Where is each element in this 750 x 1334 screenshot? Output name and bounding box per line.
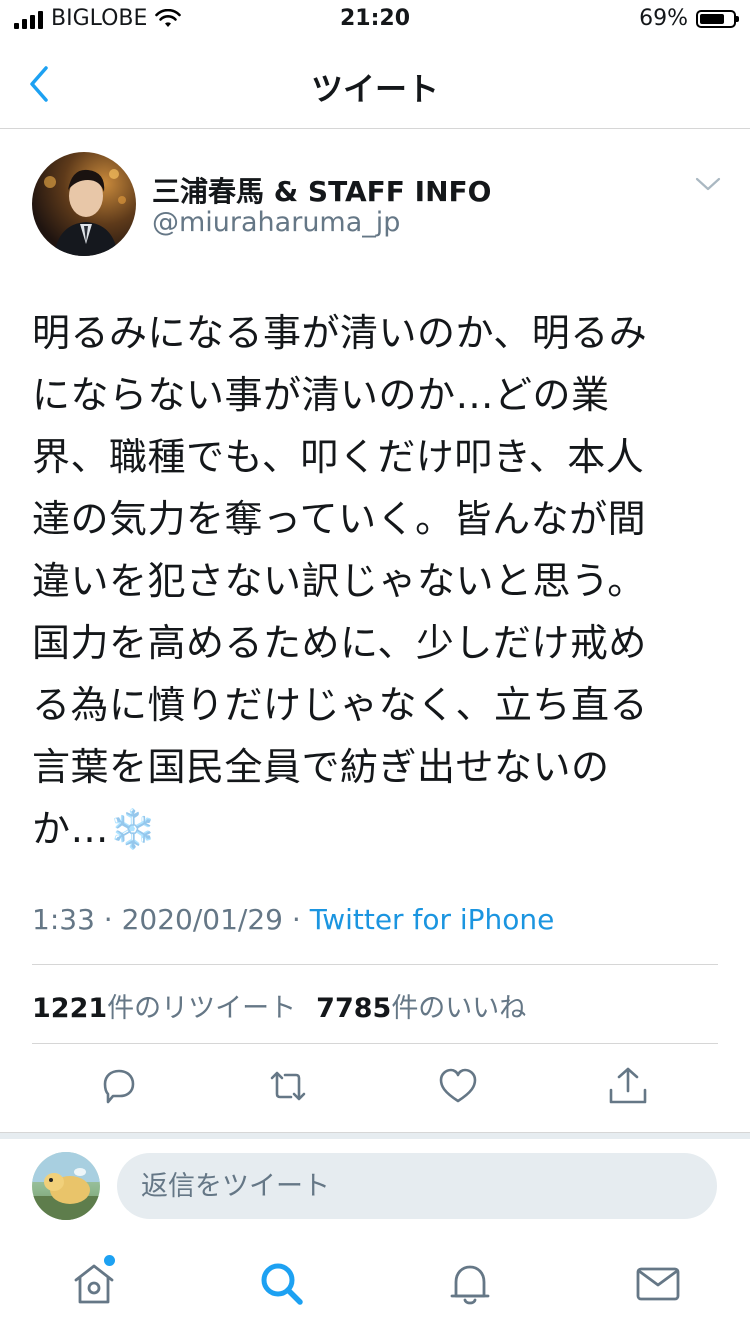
- tab-messages[interactable]: [632, 1258, 684, 1310]
- like-icon: [439, 1068, 477, 1103]
- author-avatar-image: [44, 169, 126, 256]
- tab-home[interactable]: [68, 1258, 120, 1310]
- tweet-line: 達の気力を奪っていく。皆んなが間: [32, 497, 647, 541]
- tweet-line: 国力を高めるために、少しだけ戒め: [32, 621, 647, 665]
- tab-bar: [0, 1240, 750, 1334]
- messages-icon: [636, 1267, 680, 1301]
- snowflake-emoji: ❄️: [109, 807, 157, 851]
- tweet-line: 言葉を国民全員で紡ぎ出せないの: [32, 745, 610, 789]
- battery-percent: 69%: [639, 6, 688, 31]
- clock: 21:20: [339, 6, 411, 31]
- meta-separator: ·: [103, 903, 113, 936]
- nav-header: ツイート: [0, 40, 750, 129]
- retweet-stat[interactable]: 1221件のリツイート: [32, 993, 296, 1024]
- tweet-line: 違いを犯さない訳じゃないと思う。: [32, 559, 646, 603]
- like-stat[interactable]: 7785件のいいね: [316, 993, 526, 1024]
- reply-input[interactable]: [117, 1153, 717, 1219]
- retweet-label: 件のリツイート: [107, 993, 297, 1024]
- retweet-icon: [270, 1071, 306, 1101]
- retweet-count: 1221: [32, 993, 108, 1024]
- meta-separator: ·: [291, 903, 301, 936]
- share-icon: [609, 1067, 647, 1104]
- tweet-line-last: か…❄️: [32, 798, 712, 860]
- tweet-source-link[interactable]: Twitter for iPhone: [310, 903, 555, 936]
- reply-icon: [103, 1069, 135, 1104]
- retweet-button[interactable]: [266, 1064, 310, 1108]
- home-unread-badge: [104, 1255, 115, 1266]
- tweet-actions: [0, 1060, 750, 1120]
- tweet-line: にならない事が清いのか…どの業: [32, 373, 610, 417]
- reply-button[interactable]: [96, 1064, 140, 1108]
- tweet-author[interactable]: 三浦春馬 & STAFF INFO @miuraharuma_jp: [32, 152, 722, 262]
- user-avatar-image: [32, 1152, 100, 1220]
- tweet-text: 明るみになる事が清いのか、明るみ にならない事が清いのか…どの業 界、職種でも、…: [32, 302, 712, 860]
- chevron-down-icon: [695, 177, 721, 191]
- tweet-line: る為に憤りだけじゃなく、立ち直る: [32, 683, 649, 727]
- like-count: 7785: [316, 993, 392, 1024]
- user-avatar[interactable]: [32, 1152, 100, 1220]
- page-title: ツイート: [310, 70, 439, 108]
- search-icon: [261, 1263, 303, 1305]
- share-button[interactable]: [606, 1064, 650, 1108]
- status-bar: BIGLOBE 21:20 69%: [0, 0, 750, 40]
- tweet-meta: 1:33 · 2020/01/29 · Twitter for iPhone: [32, 903, 554, 936]
- like-label: 件のいいね: [391, 993, 527, 1024]
- home-icon: [74, 1264, 114, 1304]
- tab-notifications[interactable]: [444, 1258, 496, 1310]
- tab-search[interactable]: [256, 1258, 308, 1310]
- author-avatar[interactable]: [32, 152, 136, 256]
- tweet-line: 明るみになる事が清いのか、明るみ: [32, 311, 648, 355]
- tweet-options-button[interactable]: [694, 174, 722, 194]
- section-divider: [0, 1132, 750, 1139]
- tweet-stats: 1221件のリツイート 7785件のいいね: [32, 986, 526, 1025]
- tweet-line: か…: [32, 807, 110, 851]
- divider: [32, 1043, 718, 1044]
- status-right: 69%: [639, 6, 739, 31]
- like-button[interactable]: [436, 1064, 480, 1108]
- tweet-time: 1:33: [32, 903, 95, 936]
- tweet-line: 界、職種でも、叩くだけ叩き、本人: [32, 435, 645, 479]
- author-display-name[interactable]: 三浦春馬 & STAFF INFO: [152, 170, 491, 210]
- tweet-date: 2020/01/29: [121, 903, 283, 936]
- author-handle[interactable]: @miuraharuma_jp: [152, 207, 400, 238]
- divider: [32, 964, 718, 965]
- notifications-icon: [450, 1265, 490, 1305]
- battery-icon: [696, 9, 739, 28]
